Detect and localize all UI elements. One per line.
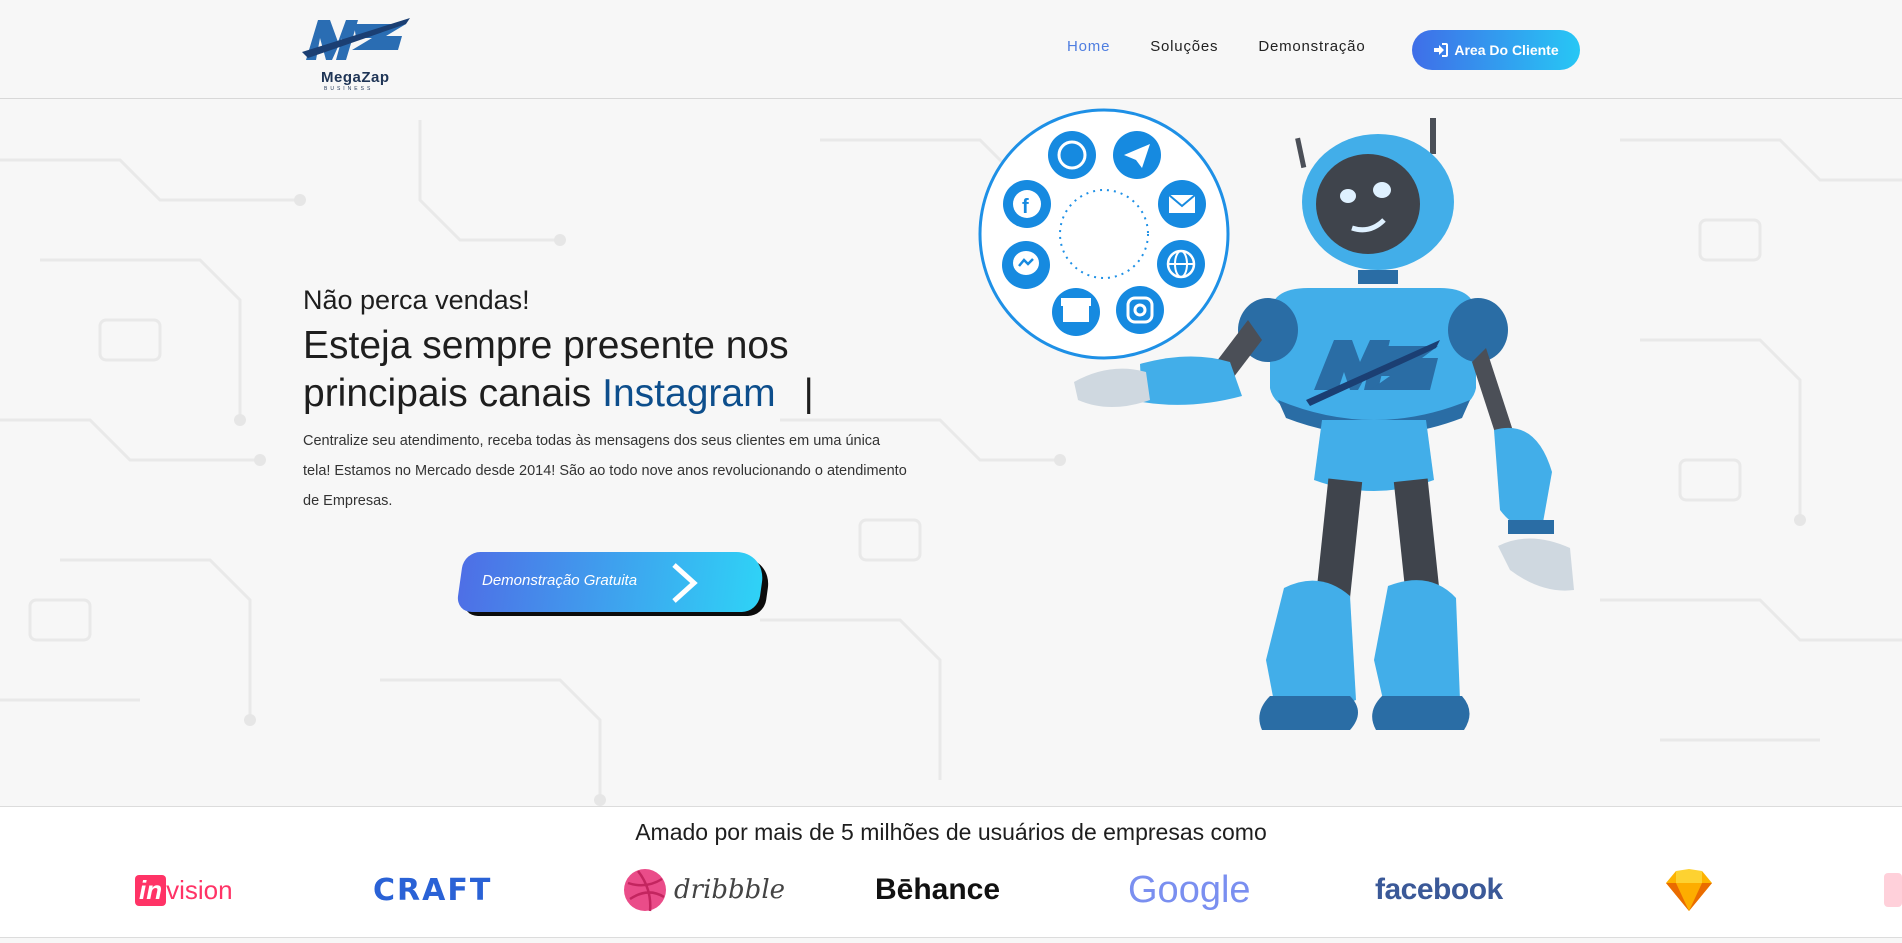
hero-section: Não perca vendas! Esteja sempre presente… xyxy=(303,285,923,516)
client-area-button[interactable]: Area Do Cliente xyxy=(1412,30,1580,70)
nav-home[interactable]: Home xyxy=(1067,38,1110,55)
free-demo-label: Demonstração Gratuita xyxy=(482,572,638,589)
partial-logo-mark xyxy=(1884,873,1902,907)
nav-demonstracao[interactable]: Demonstração xyxy=(1258,38,1365,55)
circuit-background xyxy=(0,120,1902,806)
headline-channel-accent: Instagram xyxy=(602,372,776,415)
email-icon xyxy=(1158,180,1206,228)
sketch-logo xyxy=(1666,867,1712,913)
headline-line-2-prefix: principais canais xyxy=(303,372,603,415)
trusted-by-title: Amado por mais de 5 milhões de usuários … xyxy=(635,819,1267,845)
headline-line-2: principais canais Instagram | xyxy=(303,370,923,418)
google-logo-text: Google xyxy=(1128,868,1251,911)
google-business-icon xyxy=(1052,288,1100,336)
invision-logo-word: vision xyxy=(166,874,233,905)
invision-logo: in vision xyxy=(135,867,233,913)
facebook-logo-text: facebook xyxy=(1375,873,1503,906)
sketch-diamond-icon xyxy=(1666,869,1712,911)
whatsapp-icon xyxy=(1048,131,1096,179)
brand-tagline: BUSINESS xyxy=(324,86,374,92)
sign-in-icon xyxy=(1434,43,1449,57)
globe-icon xyxy=(1157,240,1205,288)
craft-logo-text: CRAFT xyxy=(373,872,493,908)
robot-illustration: f xyxy=(978,108,1574,730)
telegram-icon xyxy=(1113,131,1161,179)
site-header: MegaZap BUSINESS Home Soluções Demonstra… xyxy=(0,0,1902,99)
invision-logo-mark: in xyxy=(135,874,167,906)
typing-cursor: | xyxy=(803,372,814,415)
free-demo-button[interactable]: Demonstração Gratuita xyxy=(455,552,773,616)
trusted-by-strip: Amado por mais de 5 milhões de usuários … xyxy=(0,806,1902,938)
chevron-right-icon xyxy=(672,563,698,603)
svg-text:f: f xyxy=(1022,196,1029,218)
dribbble-ball-icon xyxy=(624,869,666,912)
instagram-icon xyxy=(1116,286,1164,334)
partial-logo xyxy=(1884,867,1902,913)
hero-description: Centralize seu atendimento, receba todas… xyxy=(303,433,907,509)
craft-logo: CRAFT xyxy=(373,867,492,913)
facebook-logo: facebook xyxy=(1375,867,1503,913)
messenger-icon xyxy=(1002,241,1050,289)
brand-name: MegaZap xyxy=(321,69,390,86)
nav-solucoes[interactable]: Soluções xyxy=(1150,38,1218,55)
behance-logo-text: Bēhance xyxy=(875,873,1001,906)
behance-logo: Bēhance xyxy=(875,867,1000,913)
client-area-label: Area Do Cliente xyxy=(1454,42,1559,58)
facebook-icon: f xyxy=(1003,180,1051,228)
channel-ring xyxy=(978,108,1230,360)
google-logo: Google xyxy=(1128,867,1251,913)
main-nav: Home Soluções Demonstração xyxy=(1067,38,1405,55)
dribbble-logo-text: dribbble xyxy=(674,875,786,905)
dribbble-logo: dribbble xyxy=(622,867,785,913)
headline-line-1: Esteja sempre presente nos xyxy=(303,324,789,367)
hero-kicker: Não perca vendas! xyxy=(303,285,530,315)
hero-headline: Esteja sempre presente nos principais ca… xyxy=(303,322,923,418)
